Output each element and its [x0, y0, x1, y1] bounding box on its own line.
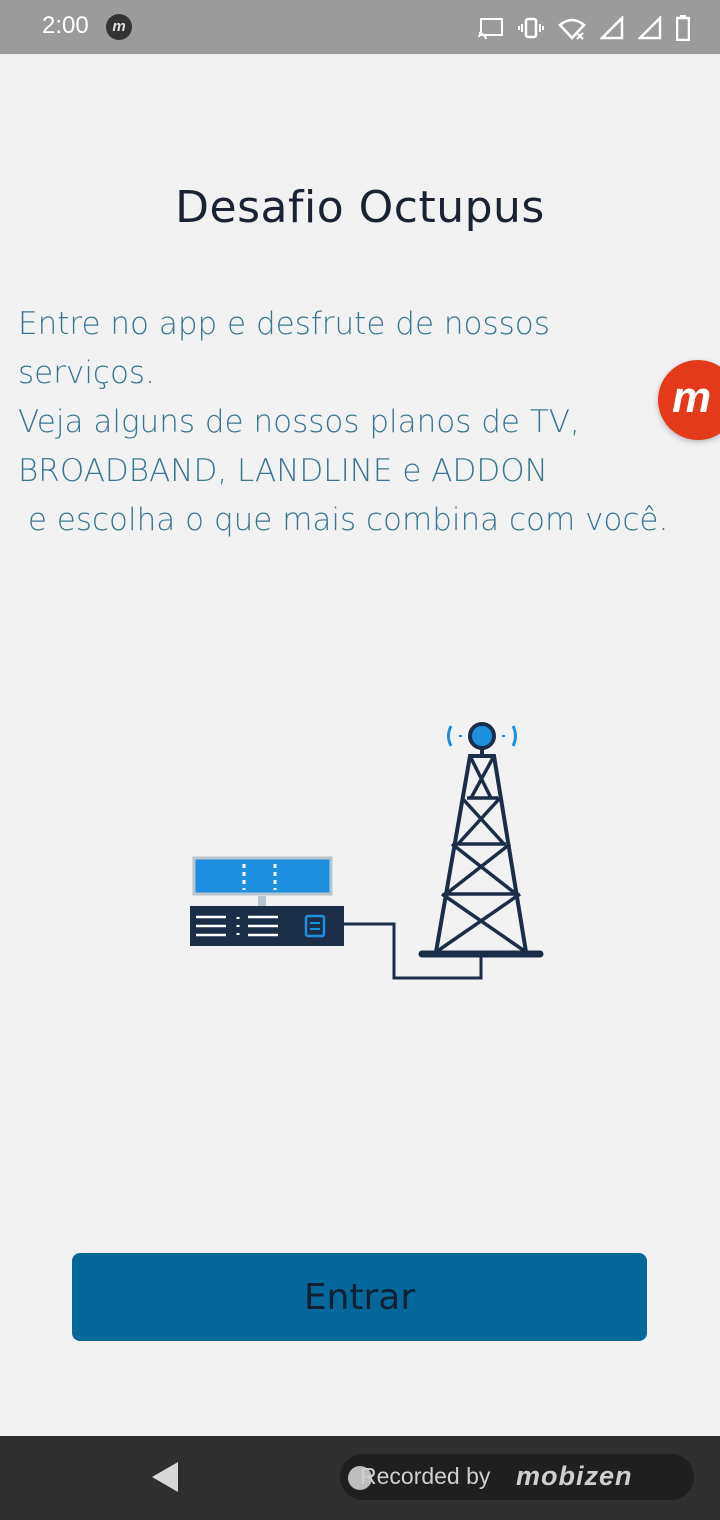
battery-icon [676, 15, 690, 41]
status-bar: 2:00 m [0, 0, 720, 54]
mobizen-notification-icon: m [106, 14, 132, 40]
wifi-icon [558, 18, 586, 40]
navigation-bar: Recorded by mobizen [0, 1436, 720, 1520]
enter-button[interactable]: Entrar [72, 1253, 647, 1341]
back-icon[interactable] [152, 1462, 178, 1492]
cast-icon [478, 18, 503, 39]
recorded-brand: mobizen [516, 1461, 633, 1491]
antenna-tower-icon [418, 722, 544, 958]
page-title: Desafio Octupus [175, 182, 545, 233]
server-icon [190, 906, 344, 946]
description-text: Entre no app e desfrute de nossos serviç… [18, 306, 669, 538]
signal-icon-2 [638, 16, 662, 40]
status-icons [478, 14, 690, 42]
vibrate-icon [518, 17, 544, 39]
monitor-icon [192, 856, 333, 906]
recorded-label: Recorded by [360, 1463, 491, 1489]
signal-icon [600, 16, 624, 40]
network-illustration [190, 722, 544, 980]
status-time: 2:00 [42, 12, 89, 39]
recorded-by-watermark: Recorded by mobizen [340, 1454, 694, 1500]
